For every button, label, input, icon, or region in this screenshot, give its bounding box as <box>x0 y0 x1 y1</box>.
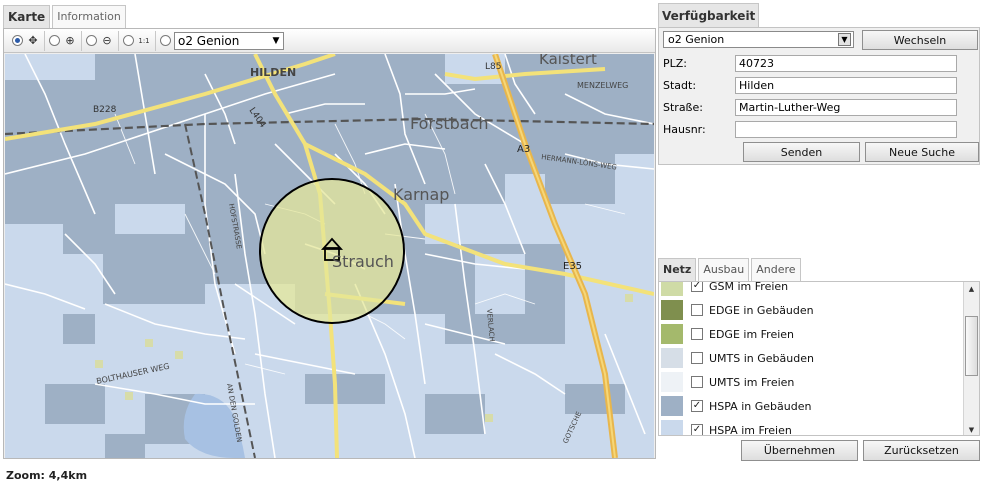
pan-tool[interactable]: ✥ <box>8 30 45 51</box>
availability-network-value: o2 Genion <box>668 33 725 46</box>
label-kaistert: Kaistert <box>539 54 597 68</box>
strasse-label: Straße: <box>663 100 703 114</box>
legend-checkbox[interactable] <box>691 328 703 340</box>
legend-item: UMTS im Freien <box>659 370 963 394</box>
availability-network-select[interactable]: o2 Genion ▼ <box>663 31 854 48</box>
legend-checkbox[interactable]: ✓ <box>691 424 703 435</box>
label-forstbach: Forstbach <box>410 114 489 133</box>
pan-icon: ✥ <box>28 34 38 47</box>
hausnr-input[interactable] <box>735 120 957 138</box>
legend-swatch <box>661 372 683 392</box>
legend-swatch <box>661 282 683 296</box>
zoom-out-icon: ⊖ <box>102 34 112 47</box>
legend-checkbox[interactable]: ✓ <box>691 282 703 292</box>
legend-item: EDGE in Gebäuden <box>659 298 963 322</box>
hausnr-label: Hausnr: <box>663 122 706 136</box>
legend-checkbox[interactable] <box>691 352 703 364</box>
legend-checkbox[interactable] <box>691 376 703 388</box>
plz-input[interactable]: 40723 <box>735 54 957 72</box>
legend-label: GSM im Freien <box>709 281 789 293</box>
legend-swatch <box>661 348 683 368</box>
label-a3: A3 <box>517 144 530 155</box>
zoom-in-icon: ⊕ <box>65 34 75 47</box>
legend-swatch <box>661 420 683 435</box>
send-button[interactable]: Senden <box>743 142 860 162</box>
label-hilden: HILDEN <box>250 66 296 79</box>
plz-label: PLZ: <box>663 56 688 70</box>
legend-item: ✓ HSPA im Freien <box>659 418 963 436</box>
network-select-value: o2 Genion <box>178 33 240 48</box>
label-karnap: Karnap <box>393 185 449 204</box>
zoom-level-text: Zoom: 4,4km <box>6 469 88 482</box>
new-search-button[interactable]: Neue Suche <box>865 142 979 162</box>
pan-radio[interactable] <box>12 35 23 46</box>
legend-label: EDGE in Gebäuden <box>709 303 814 317</box>
hausnr-row: Hausnr: <box>663 120 957 138</box>
stadt-input[interactable]: Hilden <box>735 76 957 94</box>
plz-row: PLZ: 40723 <box>663 54 957 72</box>
strasse-row: Straße: Martin-Luther-Weg <box>663 98 957 116</box>
legend-label: EDGE im Freien <box>709 327 795 341</box>
legend-item: UMTS in Gebäuden <box>659 346 963 370</box>
map-toolbar: ✥ ⊕ ⊖ 1:1 o2 Genion ▼ <box>4 29 655 53</box>
label-l85: L85 <box>485 62 501 72</box>
scale-icon: 1:1 <box>138 36 150 45</box>
scroll-up-icon[interactable]: ▲ <box>964 282 979 296</box>
reset-button[interactable]: Zurücksetzen <box>863 440 980 461</box>
tab-karte[interactable]: Karte <box>3 5 51 29</box>
legend-label: HSPA in Gebäuden <box>709 399 812 413</box>
tab-andere[interactable]: Andere <box>751 258 801 282</box>
stadt-label: Stadt: <box>663 78 697 92</box>
search-radius-circle <box>259 178 405 324</box>
network-legend: ✓ GSM im Freien EDGE in Gebäuden EDGE im Fr… <box>658 281 980 436</box>
scroll-down-icon[interactable]: ▼ <box>964 423 979 435</box>
zoom-out-tool[interactable]: ⊖ <box>82 30 119 51</box>
apply-button[interactable]: Übernehmen <box>741 440 858 461</box>
zoom-in-radio[interactable] <box>49 35 60 46</box>
legend-label: HSPA im Freien <box>709 423 792 436</box>
scale-tool[interactable]: 1:1 <box>119 30 156 51</box>
map-frame: ✥ ⊕ ⊖ 1:1 o2 Genion ▼ HILDEN Kaistert ME… <box>3 28 656 459</box>
network-radio[interactable] <box>160 35 171 46</box>
scale-radio[interactable] <box>123 35 134 46</box>
tab-netz[interactable]: Netz <box>658 258 697 282</box>
map-panel: Karte Information ✥ ⊕ ⊖ 1:1 o2 Genion ▼ … <box>0 0 656 463</box>
map-canvas[interactable]: HILDEN Kaistert MENZELWEG L85 B228 L404 … <box>5 54 654 458</box>
availability-header: Verfügbarkeit <box>658 3 760 28</box>
legend-item: EDGE im Freien <box>659 322 963 346</box>
zoom-in-tool[interactable]: ⊕ <box>45 30 82 51</box>
availability-form: o2 Genion ▼ Wechseln PLZ: 40723 Stadt: H… <box>658 27 980 165</box>
legend-item: ✓ HSPA in Gebäuden <box>659 394 963 418</box>
scroll-thumb[interactable] <box>965 316 978 376</box>
label-e35: E35 <box>563 261 582 272</box>
tab-information[interactable]: Information <box>52 5 126 29</box>
label-menzelweg: MENZELWEG <box>577 81 628 90</box>
legend-checkbox[interactable] <box>691 304 703 316</box>
legend-swatch <box>661 300 683 320</box>
network-tool[interactable]: o2 Genion ▼ <box>156 31 288 51</box>
chevron-down-icon: ▼ <box>272 35 280 46</box>
legend-scrollbar[interactable]: ▲ ▼ <box>963 282 979 435</box>
tab-ausbau[interactable]: Ausbau <box>698 258 750 282</box>
legend-swatch <box>661 324 683 344</box>
network-select[interactable]: o2 Genion ▼ <box>174 31 284 50</box>
right-panel: Verfügbarkeit o2 Genion ▼ Wechseln PLZ: … <box>656 0 982 487</box>
legend-swatch <box>661 396 683 416</box>
network-tabbar: Netz Ausbau Andere <box>658 256 803 282</box>
legend-item: ✓ GSM im Freien <box>659 281 963 298</box>
stadt-row: Stadt: Hilden <box>663 76 957 94</box>
label-b228: B228 <box>93 105 117 115</box>
switch-button[interactable]: Wechseln <box>862 30 978 50</box>
legend-checkbox[interactable]: ✓ <box>691 400 703 412</box>
legend-label: UMTS im Freien <box>709 375 795 389</box>
zoom-out-radio[interactable] <box>86 35 97 46</box>
chevron-down-icon: ▼ <box>838 33 851 46</box>
legend-label: UMTS in Gebäuden <box>709 351 814 365</box>
strasse-input[interactable]: Martin-Luther-Weg <box>735 98 957 116</box>
label-strauch: Strauch <box>332 252 394 271</box>
map-tabbar: Karte Information <box>3 3 128 29</box>
map-svg[interactable]: HILDEN Kaistert MENZELWEG L85 B228 L404 … <box>5 54 654 458</box>
